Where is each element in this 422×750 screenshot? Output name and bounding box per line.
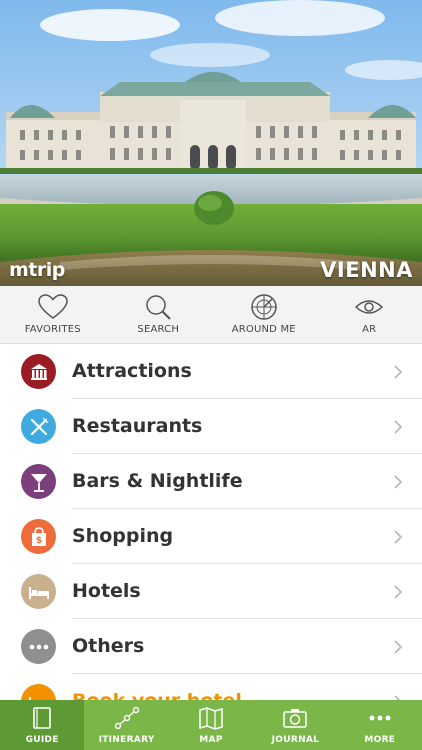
tab-journal-label: JOURNAL: [271, 735, 320, 745]
tab-more[interactable]: MORE: [338, 700, 422, 750]
search-button[interactable]: SEARCH: [106, 286, 212, 343]
ar-label: AR: [362, 324, 377, 335]
tab-itinerary[interactable]: ITINERARY: [84, 700, 168, 750]
category-label: Attractions: [72, 360, 192, 382]
book-hotel-link[interactable]: Book your hotel: [0, 674, 422, 700]
category-label: Shopping: [72, 525, 174, 547]
category-label: Others: [72, 635, 145, 657]
category-list: Attractions Restaurants Bars & Nightlife: [0, 344, 422, 700]
map-icon: [199, 707, 223, 730]
favorites-button[interactable]: FAVORITES: [0, 286, 106, 343]
around-me-button[interactable]: AROUND ME: [211, 286, 317, 343]
ar-button[interactable]: AR: [317, 286, 422, 343]
tab-guide-label: GUIDE: [25, 735, 59, 745]
category-label: Hotels: [72, 580, 141, 602]
cocktail-icon: [21, 464, 56, 499]
chevron-right-icon: [394, 640, 402, 654]
chevron-right-icon: [394, 365, 402, 379]
tab-itinerary-label: ITINERARY: [98, 735, 155, 745]
more-dots-icon: [21, 629, 56, 664]
tab-guide[interactable]: GUIDE: [0, 700, 85, 750]
chevron-right-icon: [394, 475, 402, 489]
hotel-booking-icon: [21, 684, 56, 700]
fork-knife-icon: [21, 409, 56, 444]
belvedere-palace-photo: [0, 0, 422, 286]
around-me-label: AROUND ME: [231, 324, 296, 335]
route-icon: [114, 706, 139, 730]
radar-icon: [251, 294, 277, 320]
app-logo: mtrip: [9, 259, 65, 281]
book-hotel-label: Book your hotel: [72, 674, 242, 700]
chevron-right-icon: [394, 530, 402, 544]
book-icon: [33, 707, 52, 729]
magnifier-icon: [146, 295, 171, 320]
category-attractions[interactable]: Attractions: [0, 344, 422, 399]
tab-more-label: MORE: [364, 735, 396, 745]
category-bars-nightlife[interactable]: Bars & Nightlife: [0, 454, 422, 509]
svg-text:$: $: [35, 536, 41, 546]
tab-journal[interactable]: JOURNAL: [253, 700, 337, 750]
category-label: Bars & Nightlife: [72, 470, 243, 492]
bottom-tab-bar: GUIDE ITINERARY MAP JOURNAL MORE: [0, 700, 422, 750]
chevron-right-icon: [394, 585, 402, 599]
category-label: Restaurants: [72, 415, 203, 437]
tab-map[interactable]: MAP: [169, 700, 253, 750]
shopping-bag-icon: $: [21, 519, 56, 554]
chevron-right-icon: [394, 420, 402, 434]
museum-icon: [21, 354, 56, 389]
quick-actions-bar: FAVORITES SEARCH AROUND ME AR: [0, 286, 422, 344]
hero-banner: mtrip VIENNA: [0, 0, 422, 286]
search-label: SEARCH: [137, 324, 180, 335]
camera-icon: [283, 709, 308, 728]
eye-icon: [355, 300, 384, 314]
bed-icon: [21, 574, 56, 609]
category-others[interactable]: Others: [0, 619, 422, 674]
favorites-label: FAVORITES: [24, 324, 81, 335]
tab-map-label: MAP: [199, 735, 223, 745]
ellipsis-icon: [369, 715, 391, 721]
category-hotels[interactable]: Hotels: [0, 564, 422, 619]
category-restaurants[interactable]: Restaurants: [0, 399, 422, 454]
heart-icon: [37, 294, 68, 319]
category-shopping[interactable]: $ Shopping: [0, 509, 422, 564]
city-name: VIENNA: [320, 258, 413, 282]
